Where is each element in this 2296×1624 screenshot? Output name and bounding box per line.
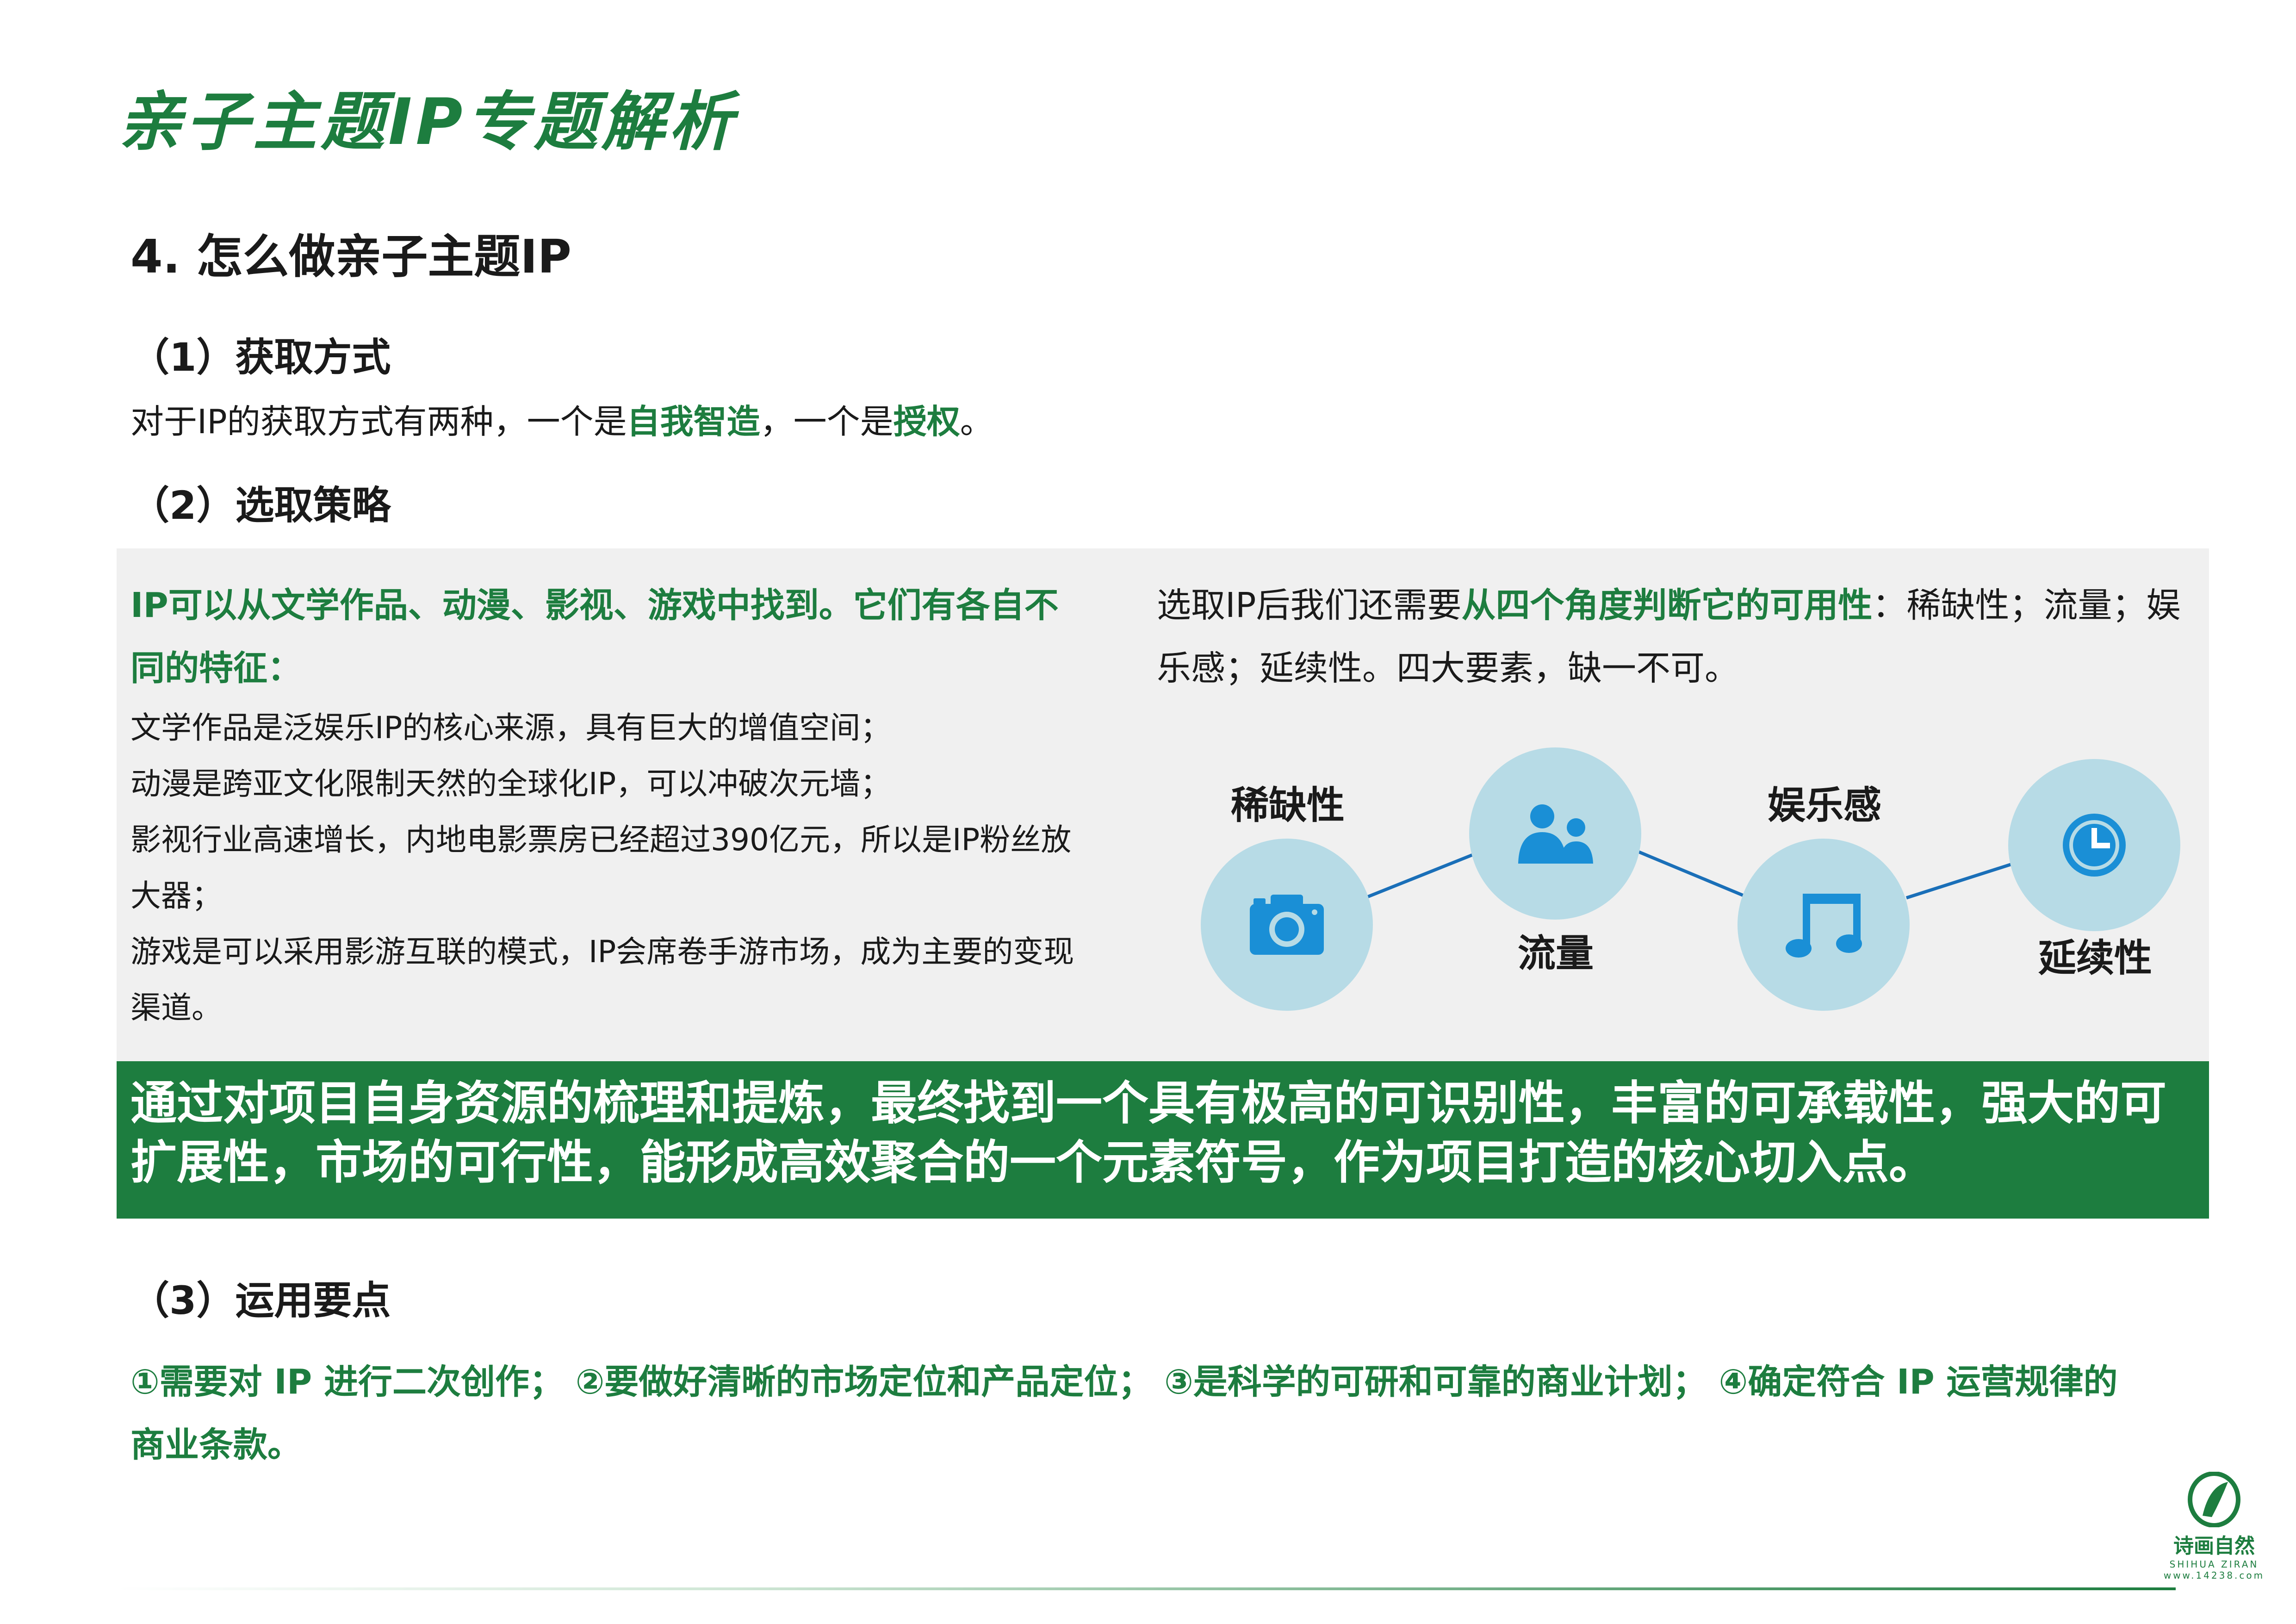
banner-line-2: 扩展性，市场的可行性，能形成高效聚合的一个元素符号，作为项目打造的核心切入点。 [130,1135,1935,1189]
strategy-heading: （2）选取策略 [130,483,391,528]
strategy-left-column: IP可以从文学作品、动漫、影视、游戏中找到。它们有各自不 同的特征： 文学作品是… [130,574,1102,1036]
connector-line [1905,859,2023,900]
strategy-left-head-1: IP可以从文学作品、动漫、影视、游戏中找到。它们有各自不 [130,585,1059,625]
banner-line-1: 通过对项目自身资源的梳理和提炼，最终找到一个具有极高的可识别性，丰富的可承载性，… [130,1076,2166,1130]
brand-logo: 诗画自然 SHIHUA ZIRAN www.14238.com [2147,1471,2281,1581]
application-heading: （3）运用要点 [130,1278,391,1323]
logo-sub: SHIHUA ZIRAN [2169,1559,2259,1570]
highlight-license: 授权 [893,402,960,441]
acquisition-text-a: 对于IP的获取方式有两种，一个是 [130,402,627,441]
acquisition-heading: （1）获取方式 [130,335,391,380]
strategy-right-text: 选取IP后我们还需要从四个角度判断它的可用性：稀缺性；流量；娱乐感；延续性。四大… [1157,574,2207,700]
acquisition-text-b: ，一个是 [760,402,894,441]
music-note-icon [1786,894,1862,958]
page-title: 亲子主题IP专题解析 [118,85,737,159]
factor-label-continuity: 延续性 [2038,936,2153,980]
summary-banner-text: 通过对项目自身资源的梳理和提炼，最终找到一个具有极高的可识别性，丰富的可承载性，… [130,1074,2199,1192]
connector-line [1364,850,1482,900]
acquisition-text: 对于IP的获取方式有两种，一个是自我智造，一个是授权。 [130,405,993,438]
list-item: 大器； [130,878,222,914]
logo-name: 诗画自然 [2173,1534,2255,1558]
right-highlight: 从四个角度判断它的可用性 [1461,585,1873,625]
factor-label-entertainment: 娱乐感 [1768,784,1882,828]
camera-icon [1250,895,1324,955]
section-heading: 4. 怎么做亲子主题IP [130,230,571,284]
factor-label-scarcity: 稀缺性 [1231,784,1345,828]
strategy-left-head-2: 同的特征： [130,648,302,688]
factor-label-traffic: 流量 [1518,932,1594,976]
right-text-a: 选取IP后我们还需要 [1157,585,1462,625]
list-item: 渠道。 [130,990,222,1026]
application-points: ①需要对 IP 进行二次创作； ②要做好清晰的市场定位和产品定位； ③是科学的可… [130,1350,2199,1476]
list-item: 动漫是跨亚文化限制天然的全球化IP，可以冲破次元墙； [130,766,891,802]
footer-divider [117,1587,2176,1590]
points-line-1: ①需要对 IP 进行二次创作； ②要做好清晰的市场定位和产品定位； ③是科学的可… [130,1362,2118,1402]
highlight-self-made: 自我智造 [627,402,760,441]
users-icon [1518,804,1593,864]
list-item: 文学作品是泛娱乐IP的核心来源，具有巨大的增值空间； [130,710,891,746]
connector-line [1637,850,1750,900]
logo-url: www.14238.com [2163,1570,2265,1581]
leaf-logo-icon [2188,1471,2240,1528]
list-item: 游戏是可以采用影游互联的模式，IP会席卷手游市场，成为主要的变现 [130,934,1074,970]
acquisition-text-c: 。 [960,402,993,441]
points-line-2: 商业条款。 [130,1425,302,1465]
list-item: 影视行业高速增长，内地电影票房已经超过390亿元，所以是IP粉丝放 [130,822,1072,858]
clock-icon [2063,814,2126,877]
